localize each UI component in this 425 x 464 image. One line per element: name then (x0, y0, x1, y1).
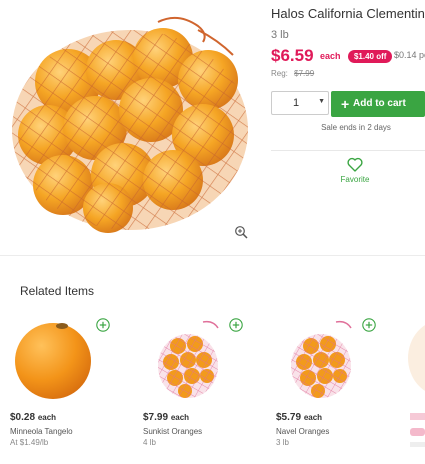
related-item-card[interactable]: $0.28 each Minneola Tangelo At $1.49/lb (10, 318, 130, 464)
plus-circle-icon[interactable] (229, 318, 243, 332)
item-price: $7.99 each (143, 412, 189, 423)
product-image (408, 325, 425, 447)
plus-circle-icon[interactable] (96, 318, 110, 332)
related-item-card[interactable]: $5.79 each Navel Oranges 3 lb (276, 318, 396, 464)
related-item-card-partial[interactable] (404, 318, 425, 464)
quantity-select[interactable]: 1 ▼ (271, 91, 329, 115)
discount-badge: $1.40 off (347, 49, 393, 63)
quantity-value: 1 (292, 97, 300, 109)
product-image (158, 320, 219, 398)
favorite-link[interactable]: Favorite (330, 175, 380, 184)
each-label: each (170, 413, 190, 422)
item-name[interactable]: Minneola Tangelo (10, 427, 73, 436)
item-price: $5.79 each (276, 412, 322, 423)
price-value: $7.99 (143, 412, 169, 423)
each-label: each (303, 413, 323, 422)
plus-icon: + (341, 96, 350, 112)
item-name[interactable]: Sunkist Oranges (143, 427, 202, 436)
item-unit: 3 lb (276, 438, 289, 447)
add-to-cart-label: Add to cart (353, 98, 406, 109)
heart-icon[interactable] (347, 157, 363, 172)
regular-price-row: Reg: $7.99 (271, 69, 314, 78)
each-label: each (320, 51, 341, 61)
product-image (15, 323, 91, 399)
divider (271, 150, 425, 151)
item-unit: 4 lb (143, 438, 156, 447)
add-to-cart-button[interactable]: + Add to cart (331, 91, 425, 117)
item-unit: At $1.49/lb (10, 438, 49, 447)
regular-price: $7.99 (294, 69, 315, 78)
product-title: Halos California Clementines (271, 6, 425, 21)
section-divider (0, 255, 425, 256)
product-size: 3 lb (271, 29, 289, 41)
each-label: each (37, 413, 57, 422)
product-image (12, 16, 248, 233)
plus-circle-icon[interactable] (362, 318, 376, 332)
sale-price: $6.59 (271, 46, 314, 65)
product-image (291, 320, 352, 398)
chevron-down-icon: ▼ (318, 98, 325, 105)
price-value: $0.28 (10, 412, 36, 423)
regular-price-label: Reg: (271, 69, 288, 78)
zoom-in-icon[interactable] (234, 225, 248, 239)
price-row: $6.59 each $1.40 off (271, 46, 393, 66)
related-item-card[interactable]: $7.99 each Sunkist Oranges 4 lb (143, 318, 263, 464)
unit-price: $0.14 pe (394, 50, 425, 60)
item-price: $0.28 each (10, 412, 56, 423)
item-name[interactable]: Navel Oranges (276, 427, 329, 436)
sale-ends-note: Sale ends in 2 days (321, 123, 391, 132)
price-value: $5.79 (276, 412, 302, 423)
related-items-heading: Related Items (20, 284, 95, 298)
